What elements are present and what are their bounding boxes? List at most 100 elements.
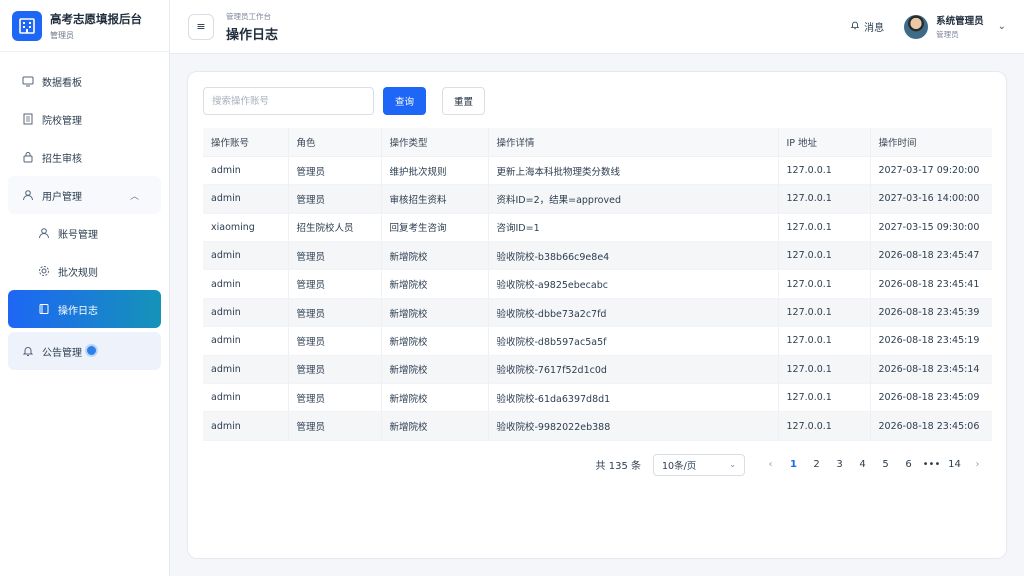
table-cell: 127.0.0.1 [778,326,871,356]
table-row: admin 管理员 新增院校 验收院校-b38b66c9e8e4 127.0.0.1 20… [203,241,992,271]
table-cell: admin [203,383,289,413]
user-info[interactable]: 系统管理员 管理员 [936,13,984,40]
column-header: 角色 [288,128,382,157]
page-number-button[interactable]: 6 [897,459,920,470]
table-cell: xiaoming [203,213,289,243]
messages-button[interactable]: 消息 [850,19,884,34]
hamburger-icon: ≡ [196,20,206,33]
content: 查询 重置 操作账号 角色 操作类型 操作详情 IP 地址 [170,54,1024,576]
table-cell: 2027-03-17 09:20:00 [870,156,992,186]
table-cell: 管理员 [288,411,382,441]
table-cell: 管理员 [288,269,382,299]
table-cell: 127.0.0.1 [778,411,871,441]
sidebar-item-accounts[interactable]: 账号管理 [8,214,161,252]
brand: 高考志愿填报后台 管理员 [0,0,169,52]
query-button[interactable]: 查询 [383,87,426,115]
table-row: admin 管理员 新增院校 验收院校-dbbe73a2c7fd 127.0.0.1 20… [203,298,992,328]
page-size-value: 10条/页 [662,460,697,472]
building-icon [12,10,42,41]
table-cell: 资料ID=2，结果=approved [488,184,779,214]
table-cell: 新增院校 [381,269,489,299]
breadcrumb: 管理员工作台 操作日志 [226,11,278,43]
table-cell: 维护批次规则 [381,156,489,186]
table-row: xiaoming 招生院校人员 回复考生咨询 咨询ID=1 127.0.0.1 2027-… [203,213,992,243]
chevron-down-icon[interactable]: ⌄ [998,21,1006,32]
table-row: admin 管理员 新增院校 验收院校-d8b597ac5a5f 127.0.0.1 20… [203,326,992,356]
table-cell: 管理员 [288,355,382,385]
table-cell: 2026-08-18 23:45:39 [870,298,992,328]
table-cell: 新增院校 [381,355,489,385]
table-cell: 管理员 [288,326,382,356]
table-cell: 验收院校-dbbe73a2c7fd [488,298,779,328]
table-cell: 咨询ID=1 [488,213,779,243]
table-cell: admin [203,156,289,186]
table-row: admin 管理员 新增院校 验收院校-61da6397d8d1 127.0.0.1 20… [203,383,992,413]
dashboard-icon [22,75,34,87]
prev-page-button[interactable]: ‹ [759,459,782,470]
table-cell: 2026-08-18 23:45:19 [870,326,992,356]
bell-icon [22,345,34,357]
sidebar-group-user-management: 用户管理 ︿ [8,176,161,214]
search-input[interactable] [203,87,374,115]
table-cell: 127.0.0.1 [778,269,871,299]
sidebar-item-label: 数据看板 [42,77,82,89]
table-cell: 2027-03-16 14:00:00 [870,184,992,214]
table-cell: 管理员 [288,184,382,214]
table-cell: 2026-08-18 23:45:14 [870,355,992,385]
table-cell: admin [203,241,289,271]
brand-subtitle: 管理员 [50,30,74,40]
table-cell: 2026-08-18 23:45:47 [870,241,992,271]
table-cell: 审核招生资料 [381,184,489,214]
table-cell: 验收院校-d8b597ac5a5f [488,326,779,356]
page-number-button[interactable]: 4 [851,459,874,470]
table-cell: 管理员 [288,156,382,186]
table-cell: 2026-08-18 23:45:41 [870,269,992,299]
table-cell: 127.0.0.1 [778,383,871,413]
table-cell: 新增院校 [381,326,489,356]
table-cell: admin [203,326,289,356]
table-body: admin 管理员 维护批次规则 更新上海本科批物理类分数线 127.0.0.1 2027… [203,156,992,441]
reset-button[interactable]: 重置 [442,87,485,115]
sidebar-item-batch-rules[interactable]: 批次规则 [8,252,161,290]
sidebar-item-user-management[interactable]: 用户管理 ︿ [8,176,161,214]
page-number-button[interactable]: 14 [943,459,966,470]
table-cell: admin [203,298,289,328]
page-number-button[interactable]: 1 [782,459,805,470]
page-number-button[interactable]: 2 [805,459,828,470]
menu-toggle-button[interactable]: ≡ [188,13,214,40]
page-size-select[interactable]: 10条/页 ⌄ [653,453,745,476]
sidebar-item-announcements[interactable]: 公告管理 [8,332,161,370]
table-cell: 127.0.0.1 [778,298,871,328]
column-header: 操作类型 [381,128,489,157]
floating-dot[interactable] [85,344,98,357]
table-cell: 验收院校-9982022eb388 [488,411,779,441]
search-toolbar: 查询 重置 [203,87,991,115]
avatar[interactable] [904,14,929,39]
gear-icon [38,265,50,277]
page-ellipsis-button[interactable]: ••• [920,459,943,470]
table-cell: admin [203,184,289,214]
sidebar-item-dashboard[interactable]: 数据看板 [0,62,169,100]
table-row: admin 管理员 新增院校 验收院校-a9825ebecabc 127.0.0.1 20… [203,269,992,299]
user-role: 管理员 [936,30,959,39]
table-cell: admin [203,269,289,299]
pagination: 共 135 条 10条/页 ⌄ ‹ 1 2 3 4 5 6 ••• 14 › [203,453,991,476]
sidebar-item-schools[interactable]: 院校管理 [0,100,169,138]
sidebar-item-label: 批次规则 [58,267,98,279]
sidebar-item-admission-review[interactable]: 招生审核 [0,138,169,176]
brand-title: 高考志愿填报后台 [50,11,142,26]
table-cell: 管理员 [288,241,382,271]
table-cell: 管理员 [288,298,382,328]
next-page-button[interactable]: › [966,459,989,470]
messages-label: 消息 [864,23,885,34]
lock-icon [22,151,34,163]
table-cell: 2027-03-15 09:30:00 [870,213,992,243]
table-row: admin 管理员 新增院校 验收院校-9982022eb388 127.0.0.1 20… [203,411,992,441]
table-cell: 验收院校-61da6397d8d1 [488,383,779,413]
chevron-down-icon: ⌄ [729,460,736,470]
table-row: admin 管理员 新增院校 验收院校-7617f52d1c0d 127.0.0.1 20… [203,355,992,385]
bell-icon [850,20,860,33]
page-number-button[interactable]: 5 [874,459,897,470]
sidebar-item-operation-logs[interactable]: 操作日志 [8,290,161,328]
page-number-button[interactable]: 3 [828,459,851,470]
